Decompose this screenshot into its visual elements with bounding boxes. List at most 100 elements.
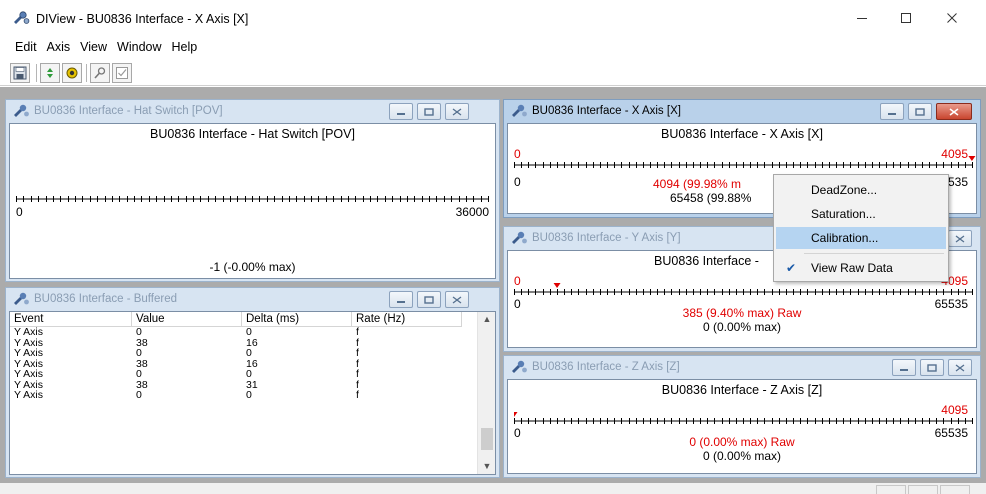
save-button[interactable] [10, 63, 30, 83]
cell-rate: f [356, 378, 359, 391]
table-row[interactable]: Y Axis 38 16 f [10, 336, 462, 349]
status-panel [876, 485, 906, 494]
menu-item-calibration[interactable]: Calibration... [776, 227, 946, 249]
status-panel [940, 485, 970, 494]
child-minimize-button[interactable] [389, 291, 413, 308]
z-axis-window[interactable]: BU0836 Interface - Z Axis [Z] BU0836 Int… [503, 355, 981, 478]
cell-delta: 16 [246, 357, 258, 370]
child-minimize-button[interactable] [892, 359, 916, 376]
cell-value: 0 [136, 326, 142, 338]
menu-item-saturation[interactable]: Saturation... [776, 203, 946, 225]
save-icon [13, 66, 27, 80]
hat-switch-min-label: 0 [16, 205, 23, 219]
menu-edit[interactable]: Edit [10, 40, 42, 54]
child-minimize-button[interactable] [389, 103, 413, 120]
child-restore-button[interactable] [908, 103, 932, 120]
minimize-icon [397, 300, 405, 303]
child-close-button[interactable] [445, 103, 469, 120]
table-row[interactable]: Y Axis 0 0 f [10, 369, 462, 380]
cell-event: Y Axis [14, 326, 43, 338]
toolbar-separator [86, 64, 87, 82]
title-bar: DIView - BU0836 Interface - X Axis [X] [0, 0, 986, 34]
child-restore-button[interactable] [920, 359, 944, 376]
column-header-value[interactable]: Value [132, 312, 242, 327]
menu-help[interactable]: Help [167, 40, 203, 54]
cell-value: 38 [136, 378, 148, 391]
buffered-window[interactable]: BU0836 Interface - Buffered Event Value … [5, 287, 500, 478]
app-icon [14, 11, 30, 24]
cell-value: 38 [136, 336, 148, 349]
x-axis-readout-raw: 65458 (99.88% [670, 191, 752, 205]
column-header-rate[interactable]: Rate (Hz) [352, 312, 462, 327]
cell-rate: f [356, 389, 359, 401]
y-axis-heading: BU0836 Interface - [654, 254, 759, 268]
cell-delta: 16 [246, 336, 258, 349]
z-axis-scale [514, 412, 973, 424]
menu-window[interactable]: Window [112, 40, 166, 54]
menu-item-view-raw-data[interactable]: ✔ View Raw Data [776, 257, 946, 279]
scroll-thumb[interactable] [481, 428, 493, 450]
child-minimize-button[interactable] [880, 103, 904, 120]
scroll-down-arrow[interactable]: ▼ [478, 459, 495, 474]
settings-button[interactable] [62, 63, 82, 83]
minimize-icon [397, 112, 405, 115]
table-row[interactable]: Y Axis 38 31 f [10, 378, 462, 391]
window-title: DIView - BU0836 Interface - X Axis [X] [36, 12, 249, 26]
checklist-icon [116, 67, 128, 79]
x-axis-raw-min: 0 [514, 175, 521, 189]
cell-rate: f [356, 336, 359, 349]
x-axis-caption[interactable]: BU0836 Interface - X Axis [X] [504, 100, 980, 122]
z-axis-readout-raw: 0 (0.00% max) [702, 449, 782, 463]
cell-delta: 0 [246, 347, 252, 359]
cell-value: 0 [136, 368, 142, 380]
hat-switch-window[interactable]: BU0836 Interface - Hat Switch [POV] BU08… [5, 99, 500, 282]
scroll-up-arrow[interactable]: ▲ [478, 312, 495, 327]
child-close-button[interactable] [936, 103, 972, 120]
buffered-caption[interactable]: BU0836 Interface - Buffered [6, 288, 499, 310]
buffered-table: Event Value Delta (ms) Rate (Hz) Y Axis … [9, 311, 496, 475]
column-header-event[interactable]: Event [10, 312, 132, 327]
cell-value: 0 [136, 389, 142, 401]
buffered-scrollbar[interactable]: ▲ ▼ [477, 312, 495, 474]
table-row[interactable]: Y Axis 0 0 f [10, 348, 462, 359]
table-row[interactable]: Y Axis 0 0 f [10, 390, 462, 401]
menu-bar: Edit Axis View Window Help [0, 36, 986, 58]
child-restore-button[interactable] [417, 291, 441, 308]
app-icon [512, 104, 527, 117]
hat-switch-caption-text: BU0836 Interface - Hat Switch [POV] [34, 105, 223, 117]
child-close-button[interactable] [948, 230, 972, 247]
z-axis-caption[interactable]: BU0836 Interface - Z Axis [Z] [504, 356, 980, 378]
inspect-button[interactable] [90, 63, 110, 83]
maximize-button[interactable] [886, 6, 926, 30]
table-row[interactable]: Y Axis 38 16 f [10, 357, 462, 370]
close-button[interactable] [932, 6, 972, 30]
maximize-icon [901, 13, 911, 23]
child-close-button[interactable] [948, 359, 972, 376]
checklist-button[interactable] [112, 63, 132, 83]
mdi-area: BU0836 Interface - Hat Switch [POV] BU08… [0, 87, 986, 483]
menu-item-deadzone[interactable]: DeadZone... [776, 179, 946, 201]
refresh-button[interactable] [40, 63, 60, 83]
cell-delta: 0 [246, 326, 252, 338]
z-axis-position-marker [514, 412, 518, 417]
refresh-icon [47, 68, 53, 78]
menu-axis[interactable]: Axis [42, 40, 76, 54]
menu-separator [804, 253, 944, 254]
close-icon [452, 107, 462, 116]
z-axis-heading: BU0836 Interface - Z Axis [Z] [661, 383, 823, 397]
hat-switch-caption[interactable]: BU0836 Interface - Hat Switch [POV] [6, 100, 499, 122]
minimize-button[interactable] [842, 6, 882, 30]
minimize-icon [888, 112, 896, 115]
x-axis-readout-calibrated: 4094 (99.98% m [653, 177, 742, 191]
child-close-button[interactable] [445, 291, 469, 308]
child-restore-button[interactable] [417, 103, 441, 120]
hat-switch-max-label: 36000 [455, 205, 489, 219]
x-axis-position-marker [968, 156, 976, 161]
table-row[interactable]: Y Axis 0 0 f [10, 327, 462, 338]
column-header-delta[interactable]: Delta (ms) [242, 312, 352, 327]
close-icon [452, 295, 462, 304]
menu-view[interactable]: View [75, 40, 112, 54]
cell-event: Y Axis [14, 389, 43, 401]
x-axis-scale [514, 156, 976, 168]
status-panel [908, 485, 938, 494]
